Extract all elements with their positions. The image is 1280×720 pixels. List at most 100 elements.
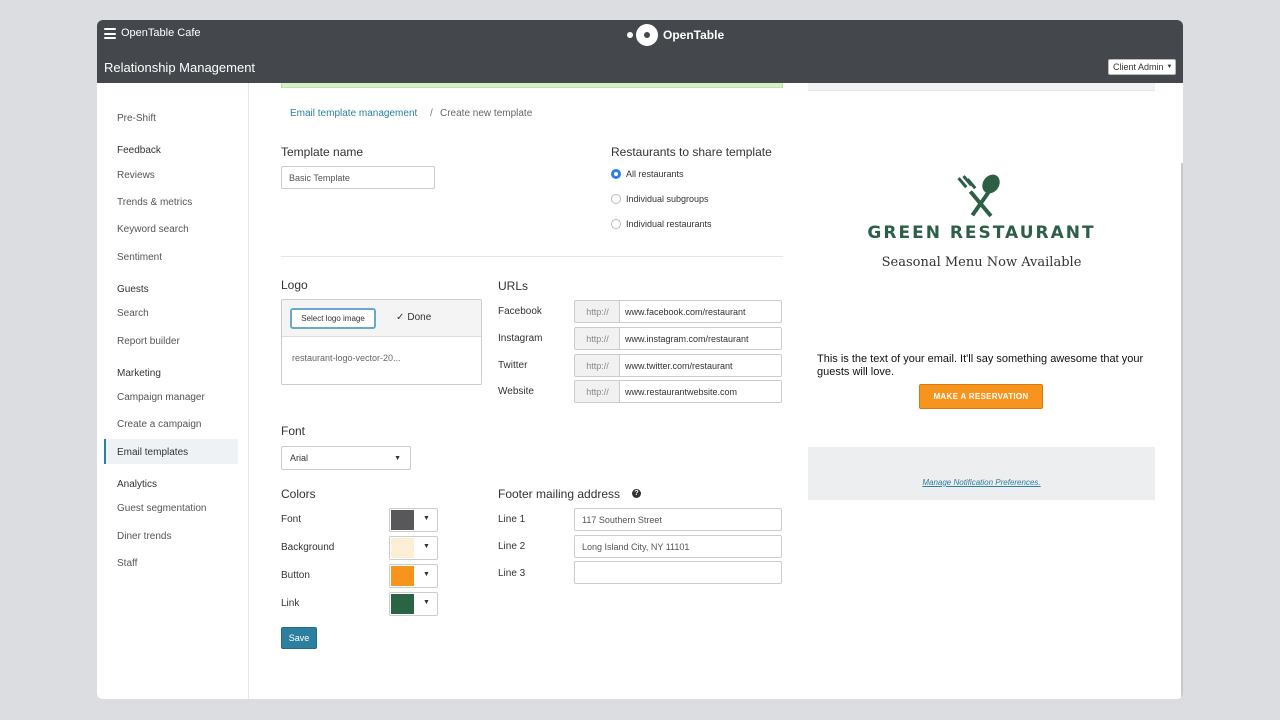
sidebar-heading-analytics: Analytics [117, 479, 158, 490]
sidebar-item-search[interactable]: Search [117, 308, 149, 319]
email-preview: GREEN RESTAURANT Seasonal Menu Now Avail… [808, 83, 1155, 699]
top-bar: OpenTable Cafe OpenTable Relationship Ma… [97, 20, 1183, 83]
scrollbar[interactable] [1181, 163, 1183, 699]
caret-down-icon: ▼ [423, 543, 430, 550]
hamburger-menu-icon[interactable] [104, 28, 116, 39]
done-button[interactable]: ✓ Done [396, 312, 431, 323]
facebook-url-input[interactable] [619, 300, 782, 323]
url-label-website: Website [498, 386, 534, 397]
radio-label: All restaurants [626, 169, 684, 179]
fork-spoon-logo-icon [957, 174, 1000, 218]
radio-unchecked-icon [611, 194, 621, 204]
sidebar-item-email-templates[interactable]: Email templates [117, 447, 188, 458]
radio-label: Individual subgroups [626, 194, 709, 204]
link-color-picker[interactable]: ▼ [389, 592, 438, 616]
font-color-picker[interactable]: ▼ [389, 508, 438, 532]
sidebar-item-report-builder[interactable]: Report builder [117, 336, 180, 347]
button-color-picker[interactable]: ▼ [389, 564, 438, 588]
success-alert-strip [281, 83, 783, 88]
sidebar-item-trends[interactable]: Trends & metrics [117, 197, 192, 208]
footer-address-label: Footer mailing address [498, 487, 621, 501]
url-label-facebook: Facebook [498, 306, 542, 317]
sidebar-item-pre-shift[interactable]: Pre-Shift [117, 113, 156, 124]
preview-footer: Manage Notification Preferences. [808, 447, 1155, 500]
caret-down-icon: ▼ [394, 455, 401, 462]
url-prefix: http:// [574, 380, 620, 403]
twitter-url-input[interactable] [619, 354, 782, 377]
logo-dot-icon [627, 32, 633, 38]
done-label: Done [407, 312, 432, 323]
color-label-font: Font [281, 514, 302, 525]
url-label-instagram: Instagram [498, 333, 543, 344]
footer-line2-label: Line 2 [498, 541, 526, 552]
radio-unchecked-icon [611, 219, 621, 229]
logo-upload-box: Select logo image ✓ Done restaurant-logo… [281, 299, 482, 385]
footer-line2-input[interactable] [574, 535, 782, 558]
sidebar-heading-marketing: Marketing [117, 368, 161, 379]
share-template-label: Restaurants to share template [611, 145, 772, 159]
sidebar-item-keyword-search[interactable]: Keyword search [117, 224, 189, 235]
colors-label: Colors [281, 487, 316, 501]
email-body-text: This is the text of your email. It'll sa… [817, 353, 1144, 378]
url-prefix: http:// [574, 327, 620, 350]
sidebar-item-sentiment[interactable]: Sentiment [117, 252, 162, 263]
help-icon[interactable]: ? [632, 489, 641, 498]
radio-label: Individual restaurants [626, 219, 712, 229]
radio-all-restaurants[interactable]: All restaurants [611, 169, 684, 179]
color-swatch [391, 594, 414, 614]
url-prefix: http:// [574, 300, 620, 323]
radio-individual-restaurants[interactable]: Individual restaurants [611, 219, 712, 229]
role-select[interactable]: Client Admin ▼ [1108, 59, 1176, 75]
background-color-picker[interactable]: ▼ [389, 536, 438, 560]
make-reservation-button[interactable]: MAKE A RESERVATION [919, 384, 1043, 409]
manage-notifications-link[interactable]: Manage Notification Preferences. [808, 478, 1155, 487]
sidebar-item-campaign-manager[interactable]: Campaign manager [117, 392, 205, 403]
sidebar-item-diner-trends[interactable]: Diner trends [117, 531, 171, 542]
check-icon: ✓ [396, 312, 405, 323]
color-swatch [391, 566, 414, 586]
sidebar: Pre-Shift Feedback Reviews Trends & metr… [97, 83, 249, 699]
url-prefix: http:// [574, 354, 620, 377]
logo-ring-icon [636, 24, 658, 46]
sidebar-heading-feedback: Feedback [117, 145, 161, 156]
select-logo-button[interactable]: Select logo image [290, 308, 376, 329]
section-divider [281, 256, 783, 257]
caret-down-icon: ▼ [423, 571, 430, 578]
logo-file-name: restaurant-logo-vector-20... [292, 353, 401, 363]
sidebar-item-staff[interactable]: Staff [117, 558, 137, 569]
cafe-name[interactable]: OpenTable Cafe [121, 27, 201, 39]
opentable-logo: OpenTable [627, 24, 724, 46]
breadcrumb-current: Create new template [440, 108, 533, 119]
template-name-input[interactable] [281, 166, 435, 189]
radio-individual-subgroups[interactable]: Individual subgroups [611, 194, 709, 204]
footer-line1-input[interactable] [574, 508, 782, 531]
caret-down-icon: ▼ [423, 515, 430, 522]
caret-down-icon: ▼ [1166, 64, 1173, 70]
sidebar-item-guest-segmentation[interactable]: Guest segmentation [117, 503, 207, 514]
sidebar-item-create-campaign[interactable]: Create a campaign [117, 419, 202, 430]
sidebar-item-reviews[interactable]: Reviews [117, 170, 155, 181]
footer-line1-label: Line 1 [498, 514, 526, 525]
instagram-url-input[interactable] [619, 327, 782, 350]
template-name-label: Template name [281, 145, 364, 159]
breadcrumb-separator: / [430, 108, 433, 119]
color-swatch [391, 538, 414, 558]
restaurant-name: GREEN RESTAURANT [867, 223, 1096, 243]
sidebar-heading-guests: Guests [117, 284, 149, 295]
font-select-value: Arial [290, 453, 309, 463]
website-url-input[interactable] [619, 380, 782, 403]
font-label: Font [281, 424, 306, 438]
breadcrumb-parent-link[interactable]: Email template management [290, 108, 417, 119]
color-swatch [391, 510, 414, 530]
footer-line3-input[interactable] [574, 561, 782, 584]
save-button[interactable]: Save [281, 627, 317, 649]
page-title: Relationship Management [104, 60, 256, 75]
preview-top-strip [808, 83, 1155, 91]
color-label-button: Button [281, 570, 310, 581]
restaurant-subtitle: Seasonal Menu Now Available [881, 255, 1082, 270]
font-select[interactable]: Arial ▼ [281, 446, 411, 470]
color-label-background: Background [281, 542, 335, 553]
url-label-twitter: Twitter [498, 360, 528, 371]
radio-checked-icon [611, 169, 621, 179]
role-select-value: Client Admin [1113, 62, 1164, 72]
